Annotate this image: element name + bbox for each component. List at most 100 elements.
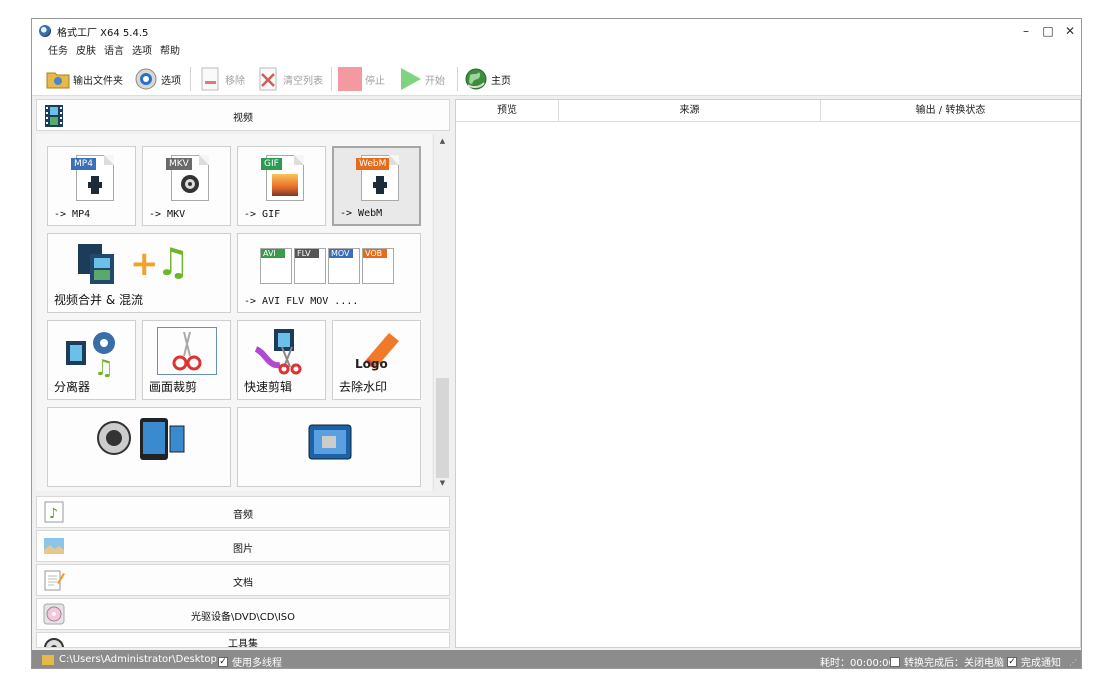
- category-document-label: 文档: [233, 578, 253, 589]
- video-tools-grid: MP4 -> MP4 MKV -> MKV GIF -> GIF WebM ->…: [36, 134, 432, 491]
- category-tools-label: 工具集: [228, 639, 258, 648]
- app-logo-icon: [39, 25, 51, 37]
- title-bar: 格式工厂 X64 5.4.5 – □ ✕: [32, 19, 1081, 43]
- category-optical-drive[interactable]: 光驱设备\DVD\CD\ISO: [36, 598, 450, 630]
- category-video[interactable]: 视频: [36, 99, 450, 131]
- convert-multi-format-tile[interactable]: AVI FLV MOV VOB -> AVI FLV MOV ....: [237, 233, 421, 313]
- mp4-file-icon: MP4: [71, 155, 114, 201]
- mp4-badge: MP4: [71, 158, 96, 170]
- music-note-icon: ♫: [156, 240, 191, 284]
- category-tools[interactable]: 工具集: [36, 632, 450, 648]
- multithread-checkbox[interactable]: ✓ 使用多线程: [218, 654, 282, 669]
- multi-format-icons: AVI FLV MOV VOB: [260, 248, 400, 288]
- output-folder-button[interactable]: 输出文件夹: [46, 67, 123, 91]
- close-button[interactable]: ✕: [1059, 21, 1081, 41]
- column-source[interactable]: 来源: [559, 100, 821, 121]
- after-convert-checkbox[interactable]: 转换完成后：关闭电脑: [890, 654, 1004, 669]
- mkv-file-icon: MKV: [166, 155, 209, 201]
- column-output-status[interactable]: 输出 / 转换状态: [821, 100, 1080, 121]
- convert-mkv-tile[interactable]: MKV -> MKV: [142, 146, 231, 226]
- after-convert-label: 转换完成后：关闭电脑: [904, 658, 1004, 669]
- folder-icon: [46, 67, 70, 91]
- stop-icon: [338, 67, 362, 91]
- menu-task[interactable]: 任务: [44, 43, 72, 61]
- merge-tile-label: 视频合并 & 混流: [54, 293, 143, 307]
- play-icon: [398, 67, 422, 91]
- output-folder-label: 输出文件夹: [73, 75, 123, 87]
- toolbar-separator: [190, 67, 191, 91]
- clear-list-button[interactable]: 清空列表: [256, 67, 323, 91]
- webm-tile-label: -> WebM: [340, 208, 383, 219]
- phone-reel-icon: [96, 416, 188, 467]
- convert-mp4-tile[interactable]: MP4 -> MP4: [47, 146, 136, 226]
- scroll-down-arrow-icon[interactable]: ▼: [434, 476, 451, 490]
- column-preview[interactable]: 预览: [456, 100, 559, 121]
- toolbar-separator: [457, 67, 458, 91]
- window-title: 格式工厂 X64 5.4.5: [57, 28, 149, 39]
- output-path[interactable]: C:\Users\Administrator\Desktop: [42, 654, 217, 665]
- status-bar: C:\Users\Administrator\Desktop ✓ 使用多线程 耗…: [32, 650, 1081, 669]
- quick-cut-icon: [252, 327, 312, 378]
- minimize-button[interactable]: –: [1015, 21, 1037, 41]
- remove-file-icon: [198, 67, 222, 91]
- resize-grip-icon[interactable]: ⋰: [1069, 658, 1077, 667]
- options-button[interactable]: 选项: [134, 67, 181, 91]
- crop-frame-icon: [157, 327, 217, 375]
- category-picture[interactable]: 图片: [36, 530, 450, 562]
- logo-text: Logo: [355, 357, 388, 371]
- remove-watermark-tile[interactable]: Logo 去除水印: [332, 320, 421, 400]
- quick-cut-tile[interactable]: 快速剪辑: [237, 320, 326, 400]
- after-convert-check-icon: [890, 656, 900, 667]
- device-tile[interactable]: [237, 407, 421, 487]
- menu-skin[interactable]: 皮肤: [72, 43, 100, 61]
- convert-gif-tile[interactable]: GIF -> GIF: [237, 146, 326, 226]
- notify-check-icon: ✓: [1007, 656, 1017, 667]
- task-list-panel: 预览 来源 输出 / 转换状态: [455, 99, 1081, 648]
- splitter-tile[interactable]: ♫ 分离器: [47, 320, 136, 400]
- start-label: 开始: [425, 75, 445, 87]
- plus-icon: +: [130, 244, 159, 284]
- menu-help[interactable]: 帮助: [156, 43, 184, 61]
- output-path-text: C:\Users\Administrator\Desktop: [59, 654, 217, 665]
- scroll-thumb[interactable]: [436, 378, 449, 478]
- scroll-up-arrow-icon[interactable]: ▲: [434, 134, 451, 148]
- svg-text:♫: ♫: [94, 356, 114, 377]
- convert-webm-tile[interactable]: WebM -> WebM: [332, 146, 421, 226]
- notify-checkbox[interactable]: ✓ 完成通知: [1007, 654, 1061, 668]
- crop-tile-label: 画面裁剪: [149, 380, 198, 394]
- splitter-tile-label: 分离器: [54, 380, 91, 394]
- folder-icon: [42, 654, 54, 665]
- eraser-icon: Logo: [349, 327, 405, 375]
- menu-language[interactable]: 语言: [100, 43, 128, 61]
- maximize-button[interactable]: □: [1037, 21, 1059, 41]
- category-panel: 视频 MP4 -> MP4 MKV -> MKV GIF -> GIF WebM…: [36, 99, 452, 648]
- mp4-tile-label: -> MP4: [54, 209, 91, 220]
- multi-format-tile-label: -> AVI FLV MOV ....: [244, 296, 359, 307]
- multithread-label: 使用多线程: [232, 658, 282, 669]
- watermark-tile-label: 去除水印: [339, 380, 388, 394]
- home-button[interactable]: 主页: [464, 67, 511, 91]
- webm-badge: WebM: [356, 158, 390, 170]
- mkv-badge: MKV: [166, 158, 192, 170]
- remove-button[interactable]: 移除: [198, 67, 245, 91]
- stop-button[interactable]: 停止: [338, 67, 385, 91]
- category-audio-label: 音频: [233, 510, 253, 521]
- globe-icon: [464, 67, 488, 91]
- category-audio[interactable]: ♪ 音频: [36, 496, 450, 528]
- start-button[interactable]: 开始: [398, 67, 445, 91]
- splitter-icon: ♫: [64, 329, 120, 381]
- mobile-device-tile[interactable]: [47, 407, 231, 487]
- quick-cut-tile-label: 快速剪辑: [244, 380, 293, 394]
- clear-list-icon: [256, 67, 280, 91]
- category-picture-label: 图片: [233, 544, 253, 555]
- category-scrollbar[interactable]: ▲ ▼: [433, 134, 451, 491]
- mkv-tile-label: -> MKV: [149, 209, 186, 220]
- gif-file-icon: GIF: [261, 155, 304, 201]
- crop-tile[interactable]: 画面裁剪: [142, 320, 231, 400]
- app-window: 格式工厂 X64 5.4.5 – □ ✕ 任务 皮肤 语言 选项 帮助 输出文件夹 选项…: [31, 18, 1082, 669]
- video-merge-tile[interactable]: + ♫ 视频合并 & 混流: [47, 233, 231, 313]
- remove-label: 移除: [225, 75, 245, 87]
- menu-options[interactable]: 选项: [128, 43, 156, 61]
- category-document[interactable]: 文档: [36, 564, 450, 596]
- gif-badge: GIF: [261, 158, 282, 170]
